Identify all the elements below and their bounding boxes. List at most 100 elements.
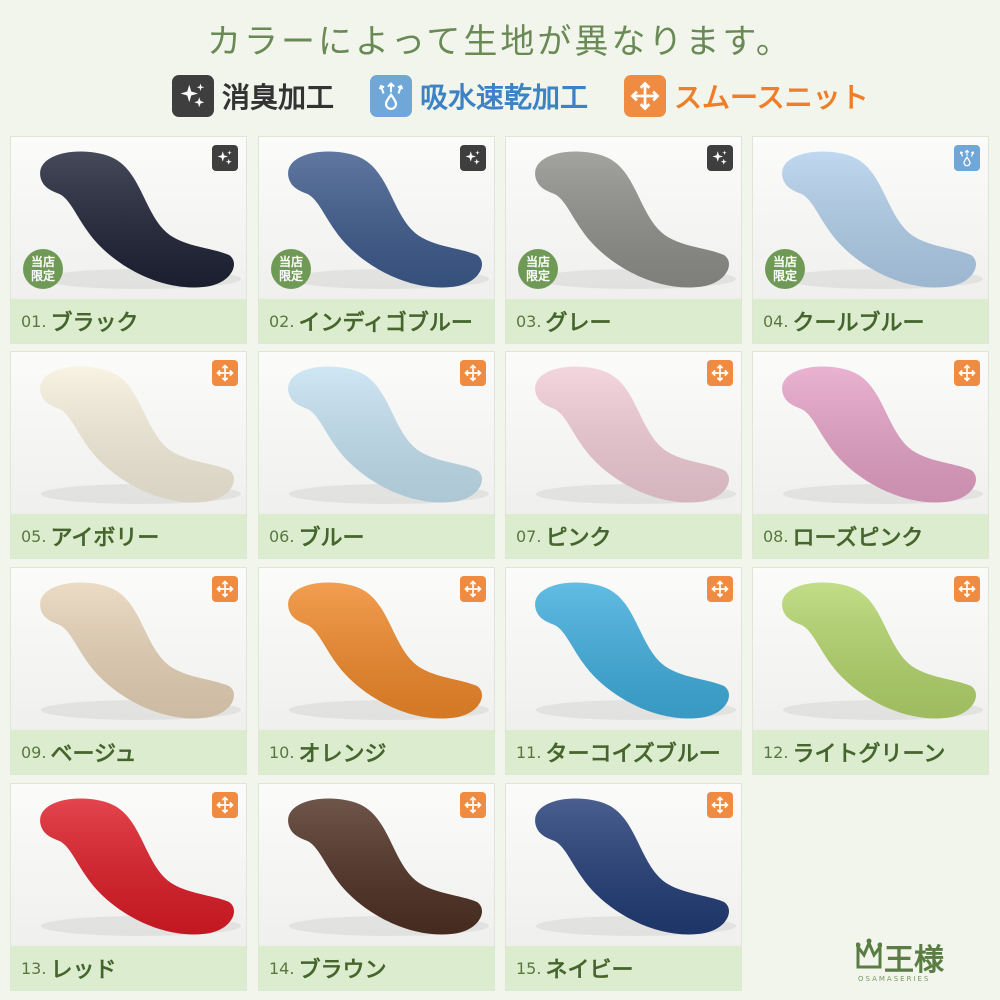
sparkle-icon (460, 145, 486, 171)
sparkle-icon (707, 145, 733, 171)
legend-label: スムースニット (674, 81, 869, 114)
color-number: 07. (516, 526, 542, 546)
color-card[interactable]: 当店 限定 04. クールブルー (752, 136, 989, 344)
color-number: 05. (21, 526, 47, 546)
page-title: カラーによって生地が異なります。 (207, 22, 793, 62)
color-number: 08. (763, 526, 789, 546)
color-caption: 12. ライトグリーン (753, 730, 988, 774)
color-name: レッド (50, 958, 117, 983)
color-caption: 13. レッド (11, 946, 246, 990)
product-photo (11, 352, 246, 516)
stretch-arrows-icon (212, 576, 238, 602)
color-card[interactable]: 11. ターコイズブルー (505, 567, 742, 775)
legend-item: 吸水速乾加工 (370, 72, 588, 120)
stretch-arrows-icon (954, 360, 980, 386)
color-caption: 11. ターコイズブルー (506, 730, 741, 774)
legend-item: スムースニット (624, 72, 869, 120)
product-photo (506, 568, 741, 732)
color-card[interactable]: 当店 限定 01. ブラック (10, 136, 247, 344)
color-name: インディゴブルー (298, 311, 473, 336)
brand-logo: 王様 OSAMASERIES (856, 935, 976, 990)
stretch-arrows-icon (707, 576, 733, 602)
crown-icon (856, 938, 882, 969)
color-number: 02. (269, 311, 295, 331)
stretch-arrows-icon (460, 576, 486, 602)
stretch-arrows-icon (707, 360, 733, 386)
color-caption: 10. オレンジ (259, 730, 494, 774)
product-photo (753, 568, 988, 732)
color-number: 09. (21, 742, 47, 762)
color-card[interactable]: 13. レッド (10, 783, 247, 991)
color-caption: 07. ピンク (506, 514, 741, 558)
logo-subtext: OSAMASERIES (858, 975, 931, 983)
color-caption: 14. ブラウン (259, 946, 494, 990)
color-card[interactable]: 06. ブルー (258, 351, 495, 559)
color-card[interactable]: 08. ローズピンク (752, 351, 989, 559)
stretch-arrows-icon (212, 360, 238, 386)
shop-limited-badge: 当店 限定 (518, 249, 558, 289)
color-caption: 01. ブラック (11, 299, 246, 343)
sparkle-icon (172, 75, 214, 117)
color-name: ブルー (298, 526, 365, 551)
color-name: ライトグリーン (792, 742, 946, 767)
legend-label: 消臭加工 (222, 81, 335, 114)
color-card[interactable]: 07. ピンク (505, 351, 742, 559)
color-card[interactable]: 05. アイボリー (10, 351, 247, 559)
product-photo (753, 352, 988, 516)
shop-badge-line: 当店 (525, 255, 550, 269)
color-name: ターコイズブルー (545, 742, 721, 767)
product-photo (506, 784, 741, 948)
color-name: ネイビー (545, 958, 634, 983)
color-name: クールブルー (792, 311, 925, 336)
stretch-arrows-icon (460, 360, 486, 386)
product-photo (11, 784, 246, 948)
color-number: 14. (269, 958, 295, 978)
legend-item: 消臭加工 (172, 72, 334, 120)
stretch-arrows-icon (624, 75, 666, 117)
color-card[interactable]: 当店 限定 02. インディゴブルー (258, 136, 495, 344)
color-caption: 08. ローズピンク (753, 514, 988, 558)
color-card[interactable]: 12. ライトグリーン (752, 567, 989, 775)
product-photo (11, 568, 246, 732)
color-name: グレー (545, 311, 612, 336)
color-number: 01. (21, 311, 47, 331)
shop-badge-line: 当店 (278, 255, 303, 269)
color-number: 04. (763, 311, 789, 331)
shop-badge-line: 限定 (772, 269, 797, 283)
stretch-arrows-icon (954, 576, 980, 602)
color-name: ブラック (50, 311, 139, 336)
color-card[interactable]: 10. オレンジ (258, 567, 495, 775)
color-card[interactable]: 14. ブラウン (258, 783, 495, 991)
color-caption: 15. ネイビー (506, 946, 741, 990)
color-name: アイボリー (50, 526, 160, 551)
shop-badge-line: 限定 (525, 269, 550, 283)
shop-badge-line: 限定 (30, 269, 55, 283)
sparkle-icon (212, 145, 238, 171)
stretch-arrows-icon (707, 792, 733, 818)
color-name: オレンジ (298, 742, 387, 767)
color-name: ベージュ (50, 742, 137, 767)
color-caption: 03. グレー (506, 299, 741, 343)
product-photo (506, 352, 741, 516)
color-number: 11. (516, 742, 542, 762)
color-number: 03. (516, 311, 542, 331)
product-photo (259, 784, 494, 948)
color-card[interactable]: 15. ネイビー (505, 783, 742, 991)
stretch-arrows-icon (212, 792, 238, 818)
color-card[interactable]: 09. ベージュ (10, 567, 247, 775)
product-photo (259, 568, 494, 732)
shop-badge-line: 当店 (772, 255, 797, 269)
legend-label: 吸水速乾加工 (420, 81, 589, 114)
color-number: 15. (516, 958, 542, 978)
color-number: 12. (763, 742, 789, 762)
color-caption: 06. ブルー (259, 514, 494, 558)
quick-dry-icon (954, 145, 980, 171)
quick-dry-icon (370, 75, 412, 117)
color-name: ブラウン (298, 958, 387, 983)
color-number: 13. (21, 958, 47, 978)
color-card[interactable]: 当店 限定 03. グレー (505, 136, 742, 344)
shop-limited-badge: 当店 限定 (23, 249, 63, 289)
color-number: 06. (269, 526, 295, 546)
product-photo (259, 352, 494, 516)
color-caption: 05. アイボリー (11, 514, 246, 558)
